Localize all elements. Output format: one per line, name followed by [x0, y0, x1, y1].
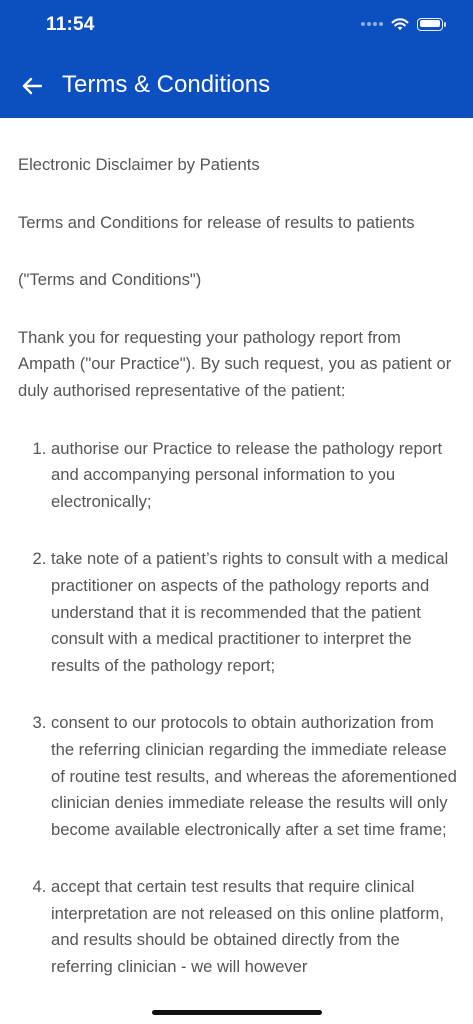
app-header: 11:54 Terms & Conditions	[0, 0, 473, 118]
wifi-icon	[391, 18, 409, 31]
terms-list-item-4: accept that certain test results that re…	[51, 874, 458, 980]
battery-level	[419, 20, 440, 27]
terms-subheading: Terms and Conditions for release of resu…	[18, 212, 415, 232]
terms-screen: 11:54 Terms & Conditions Electronic Disc…	[0, 0, 473, 1024]
terms-heading: Electronic Disclaimer by Patients	[18, 155, 260, 174]
status-icons	[361, 16, 446, 32]
home-indicator[interactable]	[152, 1010, 322, 1015]
terms-list-item-2: take note of a patient’s rights to consu…	[51, 546, 458, 679]
battery-icon	[417, 17, 446, 31]
terms-quoted-title: ("Terms and Conditions")	[18, 270, 202, 290]
cellular-signal-icon	[361, 16, 383, 32]
arrow-left-icon	[22, 77, 43, 95]
terms-list-item-1: authorise our Practice to release the pa…	[51, 436, 458, 516]
terms-intro: Thank you for requesting your pathology …	[18, 327, 452, 400]
status-time: 11:54	[46, 14, 95, 35]
back-button[interactable]	[14, 68, 50, 104]
page-title: Terms & Conditions	[62, 71, 271, 98]
terms-content[interactable]: Electronic Disclaimer by Patients Terms …	[18, 152, 458, 1012]
terms-list-item-3: consent to our protocols to obtain autho…	[51, 710, 458, 843]
terms-list: authorise our Practice to release the pa…	[18, 436, 458, 981]
